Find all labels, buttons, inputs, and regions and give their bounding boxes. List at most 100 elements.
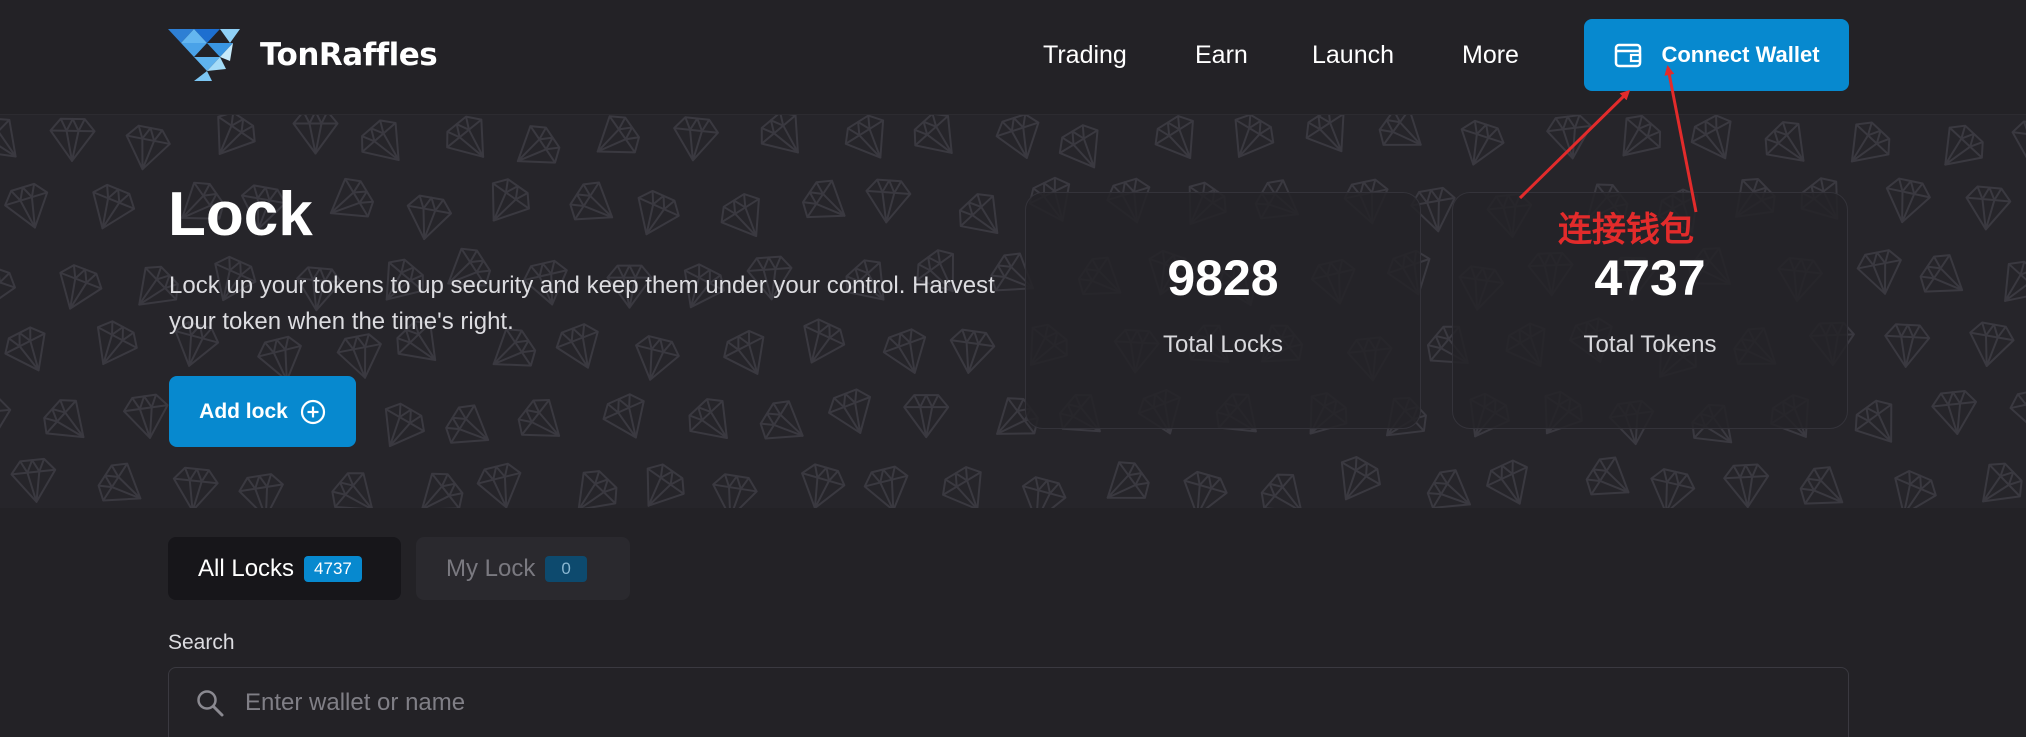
- diamond-pattern-gem: [1148, 115, 1210, 171]
- diamond-pattern-gem: [511, 391, 574, 455]
- diamond-pattern-gem: [438, 115, 502, 172]
- diamond-pattern-gem: [1325, 450, 1387, 508]
- diamond-pattern-gem: [1299, 115, 1361, 165]
- diamond-pattern-gem: [1605, 115, 1669, 171]
- diamond-pattern-gem: [627, 332, 683, 387]
- diamond-pattern-gem: [1685, 115, 1746, 170]
- diamond-pattern-gem: [563, 174, 626, 237]
- tab-all-locks[interactable]: All Locks 4737: [168, 537, 401, 600]
- tab-label: My Lock: [446, 554, 536, 582]
- stat-label: Total Locks: [1162, 331, 1284, 358]
- diamond-pattern-gem: [407, 465, 470, 508]
- brand-logo[interactable]: TonRaffles: [168, 29, 438, 81]
- diamond-pattern-gem: [838, 115, 901, 171]
- diamond-pattern-gem: [1987, 254, 2026, 317]
- diamond-pattern-gem: [951, 186, 1015, 249]
- diamond-pattern-gem: [1930, 388, 1981, 438]
- diamond-pattern-gem: [169, 465, 220, 508]
- diamond-pattern-gem: [1854, 247, 1908, 299]
- connect-wallet-label: Connect Wallet: [1661, 42, 1820, 67]
- nav-more[interactable]: More: [1462, 41, 1519, 70]
- diamond-pattern-gem: [1757, 115, 1821, 178]
- nav-trading[interactable]: Trading: [1043, 41, 1127, 70]
- diamond-pattern-gem: [81, 180, 140, 238]
- diamond-pattern-gem: [1722, 462, 1771, 508]
- tab-my-lock[interactable]: My Lock 0: [416, 537, 630, 600]
- diamond-pattern-gem: [48, 260, 107, 318]
- diamond-pattern-gem: [1254, 466, 1317, 508]
- diamond-pattern-gem: [681, 391, 744, 454]
- diamond-pattern-gem: [1879, 175, 1934, 228]
- diamond-pattern-gem: [92, 456, 154, 508]
- diamond-pattern-gem: [1962, 184, 2013, 233]
- diamond-pattern-gem: [1544, 115, 1596, 163]
- logo-mark-icon: [168, 29, 240, 81]
- search-box: [168, 667, 1849, 737]
- diamond-pattern-gem: [1451, 116, 1509, 173]
- diamond-pattern-gem: [1914, 247, 1976, 310]
- diamond-pattern-gem: [903, 394, 950, 439]
- search-input[interactable]: [245, 682, 1745, 724]
- page-description: Lock up your tokens to up security and k…: [169, 272, 995, 335]
- annotation-label: 连接钱包: [1558, 210, 1694, 250]
- wallet-icon: [1615, 43, 1642, 68]
- diamond-pattern-gem: [1847, 393, 1910, 456]
- diamond-pattern-gem: [1219, 115, 1281, 170]
- diamond-pattern-gem: [36, 391, 100, 455]
- diamond-pattern-gem: [0, 396, 14, 445]
- diamond-pattern-gem: [707, 471, 760, 508]
- diamond-pattern-gem: [473, 460, 529, 508]
- diamond-pattern-gem: [753, 115, 816, 168]
- diamond-pattern-gem: [1372, 115, 1435, 164]
- diamond-pattern-gem: [292, 115, 339, 155]
- diamond-pattern-gem: [1481, 455, 1541, 508]
- diamond-pattern-gem: [0, 179, 57, 235]
- diamond-pattern-gem: [935, 460, 998, 508]
- nav-launch[interactable]: Launch: [1312, 41, 1394, 70]
- nav-earn[interactable]: Earn: [1195, 41, 1248, 70]
- diamond-pattern-gem: [236, 471, 289, 508]
- page-title: Lock: [168, 180, 313, 249]
- diamond-pattern-gem: [0, 321, 60, 382]
- diamond-pattern-gem: [1421, 462, 1483, 508]
- diamond-pattern-gem: [625, 185, 685, 245]
- diamond-pattern-gem: [561, 463, 625, 508]
- diamond-pattern-gem: [9, 456, 60, 506]
- plus-circle-icon: [300, 399, 325, 424]
- stat-card-total-locks: 9828 Total Locks: [1025, 192, 1421, 429]
- diamond-pattern-gem: [353, 115, 417, 176]
- hero-section: Lock Lock up your tokens to up security …: [0, 115, 2026, 508]
- diamond-pattern-gem: [1175, 468, 1231, 508]
- diamond-pattern-gem: [324, 464, 388, 508]
- diamond-pattern-gem: [714, 187, 776, 249]
- diamond-pattern-gem: [670, 115, 721, 164]
- diamond-pattern-gem: [200, 115, 263, 168]
- brand-name: TonRaffles: [260, 37, 438, 73]
- stat-value: 9828: [1167, 250, 1279, 306]
- diamond-pattern-gem: [1093, 454, 1156, 508]
- count-badge: 0: [545, 555, 587, 582]
- diamond-pattern-gem: [1014, 473, 1070, 508]
- diamond-pattern-gem: [2007, 119, 2026, 169]
- search-icon: [197, 690, 224, 717]
- connect-wallet-button[interactable]: Connect Wallet: [1584, 19, 1849, 91]
- diamond-pattern-gem: [369, 397, 431, 459]
- top-header: TonRaffles Trading Earn Launch More Conn…: [0, 0, 2026, 115]
- diamond-pattern-gem: [318, 171, 380, 233]
- diamond-pattern-gem: [49, 117, 96, 163]
- diamond-pattern-gem: [82, 315, 144, 376]
- search-label: Search: [168, 631, 235, 654]
- diamond-pattern-gem: [1794, 459, 1856, 508]
- page: TonRaffles Trading Earn Launch More Conn…: [0, 0, 2026, 737]
- diamond-pattern-gem: [991, 115, 1049, 166]
- diamond-pattern-gem: [121, 392, 173, 442]
- count-badge: 4737: [304, 555, 362, 582]
- diamond-pattern-gem: [1882, 322, 1931, 370]
- diamond-pattern-gem: [439, 398, 501, 460]
- diamond-pattern-gem: [474, 172, 537, 235]
- diamond-pattern-gem: [1052, 119, 1114, 180]
- add-lock-button[interactable]: Add lock: [169, 376, 356, 447]
- diamond-pattern-gem: [1966, 455, 2026, 508]
- stat-value: 4737: [1594, 250, 1706, 306]
- diamond-pattern-gem: [1882, 466, 1942, 508]
